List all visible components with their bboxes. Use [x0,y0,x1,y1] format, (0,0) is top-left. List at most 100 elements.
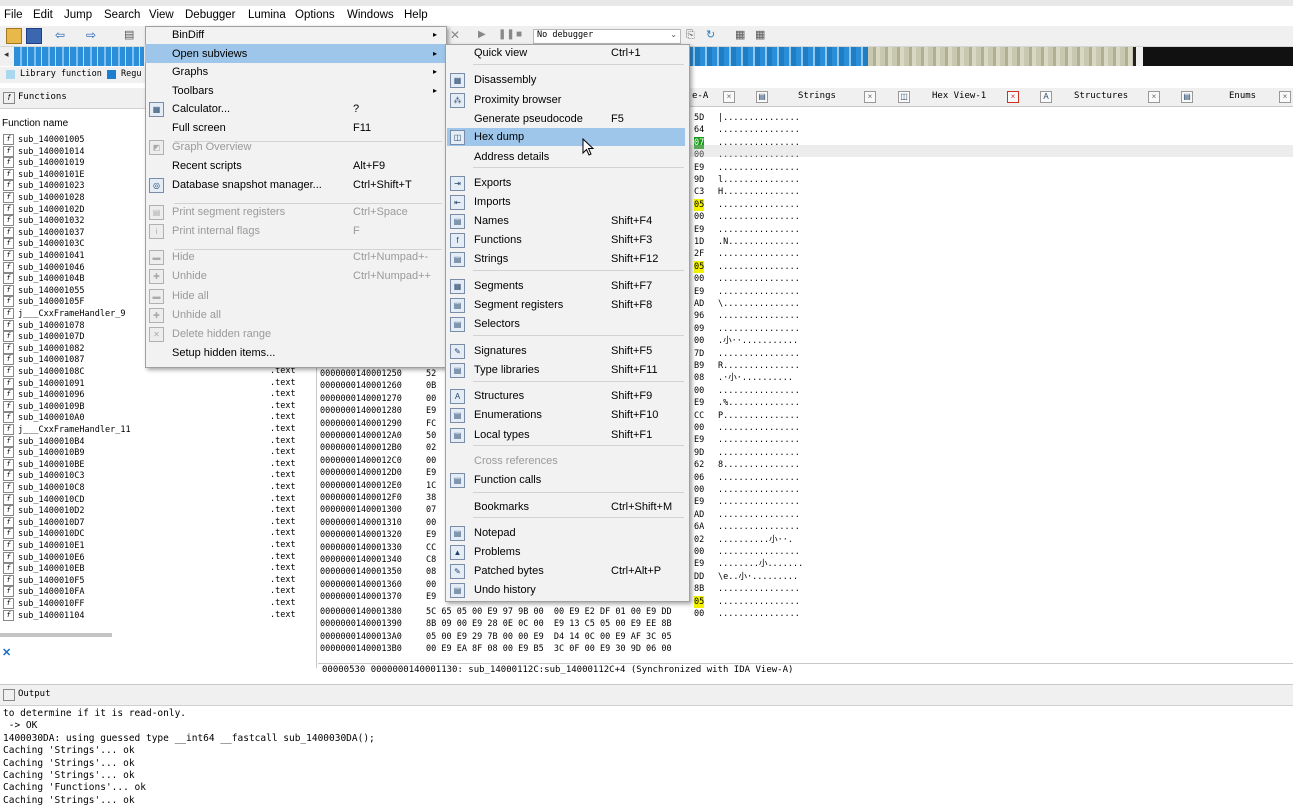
subview-item-proximity-browser[interactable]: ⁂ Proximity browser [447,91,685,109]
view-menu-item-graphs[interactable]: Graphs ▸ [145,63,445,81]
close-tab-icon[interactable]: × [1148,91,1160,103]
menu-file[interactable]: File [4,9,23,21]
hex-view-left[interactable]: 0000000140001250 52 0000000140001260 0B 0000… [320,368,450,608]
hex-view-right[interactable]: 5D |............... 64................ 07..… [690,108,1293,663]
hex-view-full-rows[interactable]: 0000000140001380 5C 65 05 00 E9 97 9B 00 … [320,606,720,662]
view-menu-item-toolbars[interactable]: Toolbars ▸ [145,82,445,100]
subview-item-hex-dump[interactable]: ◫ Hex dump [447,128,685,146]
forward-arrow-icon[interactable]: ⇨ [86,28,100,42]
menu-search[interactable]: Search [104,9,140,21]
function-row[interactable]: f sub_1400010CD .text [0,493,300,506]
function-name-column-header[interactable]: Function name [2,118,68,129]
function-row[interactable]: f sub_1400010E6 .text [0,551,300,564]
function-row[interactable]: f sub_1400010EB .text [0,563,300,575]
output-line: Caching 'Strings'... ok [3,745,135,757]
function-row[interactable]: f sub_1400010B4 .text [0,435,300,448]
function-row[interactable]: f sub_1400010D7 .text [0,516,300,529]
function-row[interactable]: f sub_1400010F5 .text [0,574,300,587]
tab-structures[interactable]: Structures [1074,91,1128,101]
subview-item-generate-pseudocode[interactable]: Generate pseudocode F5 [447,110,685,128]
view-menu-item-full-screen[interactable]: Full screen F11 [145,119,445,137]
view-menu-item-database-snapshot-manager[interactable]: ◎ Database snapshot manager... Ctrl+Shift+… [145,176,445,194]
subview-item-segments[interactable]: ▦ Segments Shift+F7 [447,277,685,295]
library-function-swatch [6,70,15,79]
view-menu-item-bindiff[interactable]: BinDiff ▸ [145,26,445,44]
view-menu-item-calculator[interactable]: ▦ Calculator...? [145,100,445,118]
function-row[interactable]: f sub_140001096 .text [0,389,300,401]
subview-item-undo-history[interactable]: ▤ Undo history [447,581,685,599]
function-row[interactable]: f sub_1400010FF .text [0,598,300,610]
subview-item-structures[interactable]: A Structures Shift+F9 [447,387,685,405]
close-tab-icon[interactable]: × [723,91,735,103]
attach-icon[interactable]: ⎘ [686,28,700,42]
menu-options[interactable]: Options [295,9,335,21]
subview-item-address-details[interactable]: Address details [447,148,685,166]
function-row[interactable]: f sub_1400010FA .text [0,586,300,598]
back-arrow-icon[interactable]: ⇦ [55,28,69,42]
tab-enums[interactable]: Enums [1229,91,1256,101]
output-text[interactable]: to determine if it is read-only. -> OK 14… [0,706,1293,806]
save-icon[interactable] [26,28,42,44]
list-icon[interactable]: ▦ [735,28,749,42]
stop-icon[interactable]: ■ [516,28,530,42]
view-menu-item-recent-scripts[interactable]: Recent scripts Alt+F9 [145,157,445,175]
close-tab-icon[interactable]: × [864,91,876,103]
subview-item-notepad[interactable]: ▤ Notepad [447,524,685,542]
view-menu-item-setup-hidden-items[interactable]: Setup hidden items... [145,344,445,362]
menu-help[interactable]: Help [404,9,428,21]
menu-jump[interactable]: Jump [64,9,92,21]
subview-item-imports[interactable]: ⇤ Imports [447,193,685,211]
subview-item-signatures[interactable]: ✎ Signatures Shift+F5 [447,342,685,360]
close-x-icon[interactable]: ✕ [450,28,464,42]
tab-strings[interactable]: Strings [798,91,836,101]
subview-item-segment-registers[interactable]: ▤ Segment registers Shift+F8 [447,296,685,314]
tab-hex-view[interactable]: Hex View-1 [932,91,986,101]
menu-edit[interactable]: Edit [33,9,53,21]
subview-item-patched-bytes[interactable]: ✎ Patched bytes Ctrl+Alt+P [447,562,685,580]
nav-left-arrow-icon[interactable]: ◂ [4,49,9,60]
menu-view[interactable]: View [149,9,174,21]
subview-item-enumerations[interactable]: ▤ Enumerations Shift+F10 [447,406,685,424]
subview-item-names[interactable]: ▤ Names Shift+F4 [447,212,685,230]
menu-windows[interactable]: Windows [347,9,394,21]
function-row[interactable]: f j___CxxFrameHandler_11 .text [0,424,300,436]
function-row[interactable]: f sub_140001104 .text [0,609,300,622]
function-row[interactable]: f sub_14000109B .text [0,400,300,413]
subview-item-bookmarks[interactable]: Bookmarks Ctrl+Shift+M [447,498,685,516]
function-icon: f [3,331,14,343]
view-menu-item-open-subviews[interactable]: Open subviews ▸ [145,45,445,63]
binary-icon[interactable]: ▤ [124,28,138,42]
function-row[interactable]: f sub_1400010A0 .text [0,412,300,424]
subview-item-local-types[interactable]: ▤ Local types Shift+F1 [447,426,685,444]
subview-item-type-libraries[interactable]: ▤ Type libraries Shift+F11 [447,361,685,379]
subview-item-quick-view[interactable]: Quick view Ctrl+1 [447,44,685,62]
menu-debugger[interactable]: Debugger [185,9,236,21]
pause-icon[interactable]: ❚❚ [498,28,515,42]
subview-item-disassembly[interactable]: ▦ Disassembly [447,71,685,89]
function-row[interactable]: f sub_1400010D2 .text [0,505,300,517]
function-row[interactable]: f sub_1400010B9 .text [0,447,300,459]
menu-lumina[interactable]: Lumina [248,9,286,21]
open-folder-icon[interactable] [6,28,22,44]
subview-item-functions[interactable]: f Functions Shift+F3 [447,231,685,249]
subview-item-strings[interactable]: ▤ Strings Shift+F12 [447,250,685,268]
play-icon[interactable]: ▶ [478,28,492,42]
tab-ida-view[interactable]: e-A [692,91,708,101]
subview-item-problems[interactable]: ▲ Problems [447,543,685,561]
function-row[interactable]: f sub_140001091 .text [0,377,300,390]
debugger-select[interactable]: No debugger ⌄ [533,29,681,44]
grid-icon[interactable]: ▦ [755,28,769,42]
subview-item-function-calls[interactable]: ▤ Function calls [447,471,685,489]
function-row[interactable]: f sub_1400010E1 .text [0,540,300,552]
subview-item-selectors[interactable]: ▤ Selectors [447,315,685,333]
function-row[interactable]: f sub_1400010C3 .text [0,470,300,482]
function-row[interactable]: f sub_1400010BE .text [0,458,300,471]
close-tab-icon[interactable]: × [1007,91,1019,103]
function-row[interactable]: f sub_1400010C8 .text [0,482,300,494]
filter-close-icon[interactable]: ✕ [2,646,11,659]
subview-item-exports[interactable]: ⇥ Exports [447,174,685,192]
function-row[interactable]: f sub_1400010DC .text [0,528,300,540]
close-tab-icon[interactable]: × [1279,91,1291,103]
functions-horizontal-scrollbar[interactable] [0,633,112,637]
refresh-icon[interactable]: ↻ [706,28,720,42]
